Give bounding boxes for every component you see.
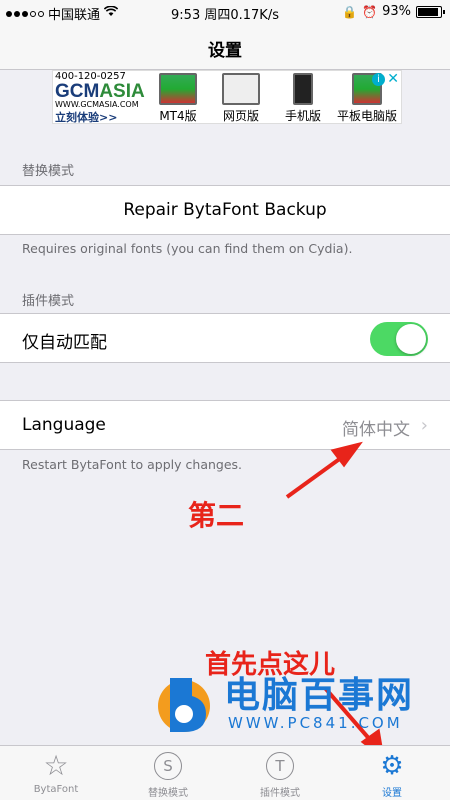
tab-plugin-mode-label: 插件模式 bbox=[260, 788, 300, 799]
s-circle-icon: S bbox=[154, 752, 182, 780]
watermark: 电脑百事网 WWW.PC841.COM bbox=[152, 662, 442, 752]
star-icon: ☆ bbox=[43, 749, 69, 782]
tab-plugin-mode[interactable]: T 插件模式 bbox=[224, 750, 336, 799]
tab-settings-label: 设置 bbox=[382, 788, 402, 799]
annotation-second: 第二 bbox=[188, 499, 245, 532]
tab-replace-mode-label: 替换模式 bbox=[148, 788, 188, 799]
t-circle-icon: T bbox=[266, 752, 294, 780]
tab-bar: ☆ BytaFont S 替换模式 T 插件模式 ⚙ 设置 bbox=[0, 745, 450, 800]
watermark-logo bbox=[158, 678, 210, 732]
arrow-to-language bbox=[285, 441, 363, 499]
tab-bytafont-label: BytaFont bbox=[33, 784, 79, 795]
watermark-site: WWW.PC841.COM bbox=[228, 714, 403, 732]
tab-settings[interactable]: ⚙ 设置 bbox=[336, 750, 448, 799]
tab-bytafont[interactable]: ☆ BytaFont bbox=[0, 749, 112, 796]
gear-icon: ⚙ bbox=[380, 751, 404, 781]
watermark-name: 电脑百事网 bbox=[224, 675, 415, 716]
tab-replace-mode[interactable]: S 替换模式 bbox=[112, 750, 224, 799]
